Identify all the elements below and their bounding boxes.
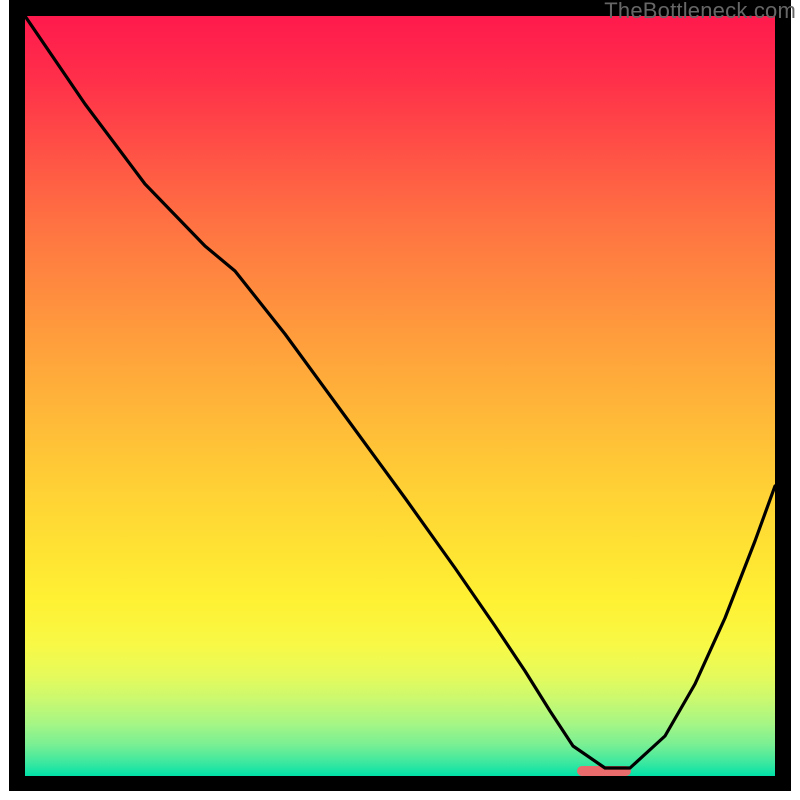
- chart-frame: [9, 0, 791, 791]
- optimal-range-marker: [577, 766, 631, 776]
- chart-gradient-bg: [25, 16, 775, 776]
- watermark-text: TheBottleneck.com: [604, 0, 796, 24]
- chart-plot-area: [25, 16, 775, 776]
